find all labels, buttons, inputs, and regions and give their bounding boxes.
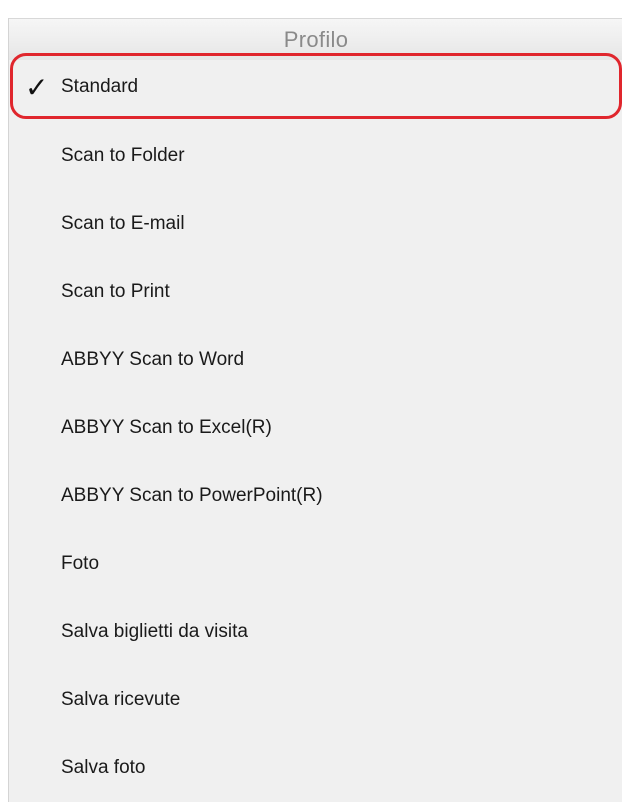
menu-item-label: Salva foto [61,757,146,778]
menu-item-label: Foto [61,553,100,574]
menu-item-label: Scan to Folder [61,145,185,166]
menu-item-standard[interactable]: ✓ Standard [9,59,622,115]
menu-item-label: Salva ricevute [61,689,181,710]
menu-item-scan-to-print[interactable]: Scan to Print [9,264,622,320]
menu-item-scan-to-email[interactable]: Scan to E-mail [9,196,622,252]
menu-header-title: Profilo [283,27,349,52]
menu-item-label: Salva biglietti da visita [61,621,248,642]
menu-item-label: ABBYY Scan to PowerPoint(R) [61,485,323,506]
menu-item-abbyy-scan-to-word[interactable]: ABBYY Scan to Word [9,332,622,388]
menu-item-label: Standard [61,76,139,97]
menu-item-abbyy-scan-to-excel[interactable]: ABBYY Scan to Excel(R) [9,400,622,456]
menu-item-foto[interactable]: Foto [9,536,622,592]
menu-item-label: Scan to Print [61,281,170,302]
menu-item-scan-to-folder[interactable]: Scan to Folder [9,128,622,184]
menu-item-label: ABBYY Scan to Word [61,349,245,370]
menu-item-label: Scan to E-mail [61,213,185,234]
menu-item-salva-foto[interactable]: Salva foto [9,740,622,796]
menu-item-salva-biglietti-da-visita[interactable]: Salva biglietti da visita [9,604,622,660]
profile-menu-window: Profilo ✓ Standard Scan to Folder Scan t… [8,18,622,802]
menu-item-abbyy-scan-to-powerpoint[interactable]: ABBYY Scan to PowerPoint(R) [9,468,622,524]
menu-item-label: ABBYY Scan to Excel(R) [61,417,272,438]
menu-header: Profilo [9,18,622,60]
checkmark-icon: ✓ [25,72,49,104]
menu-item-salva-ricevute[interactable]: Salva ricevute [9,672,622,728]
